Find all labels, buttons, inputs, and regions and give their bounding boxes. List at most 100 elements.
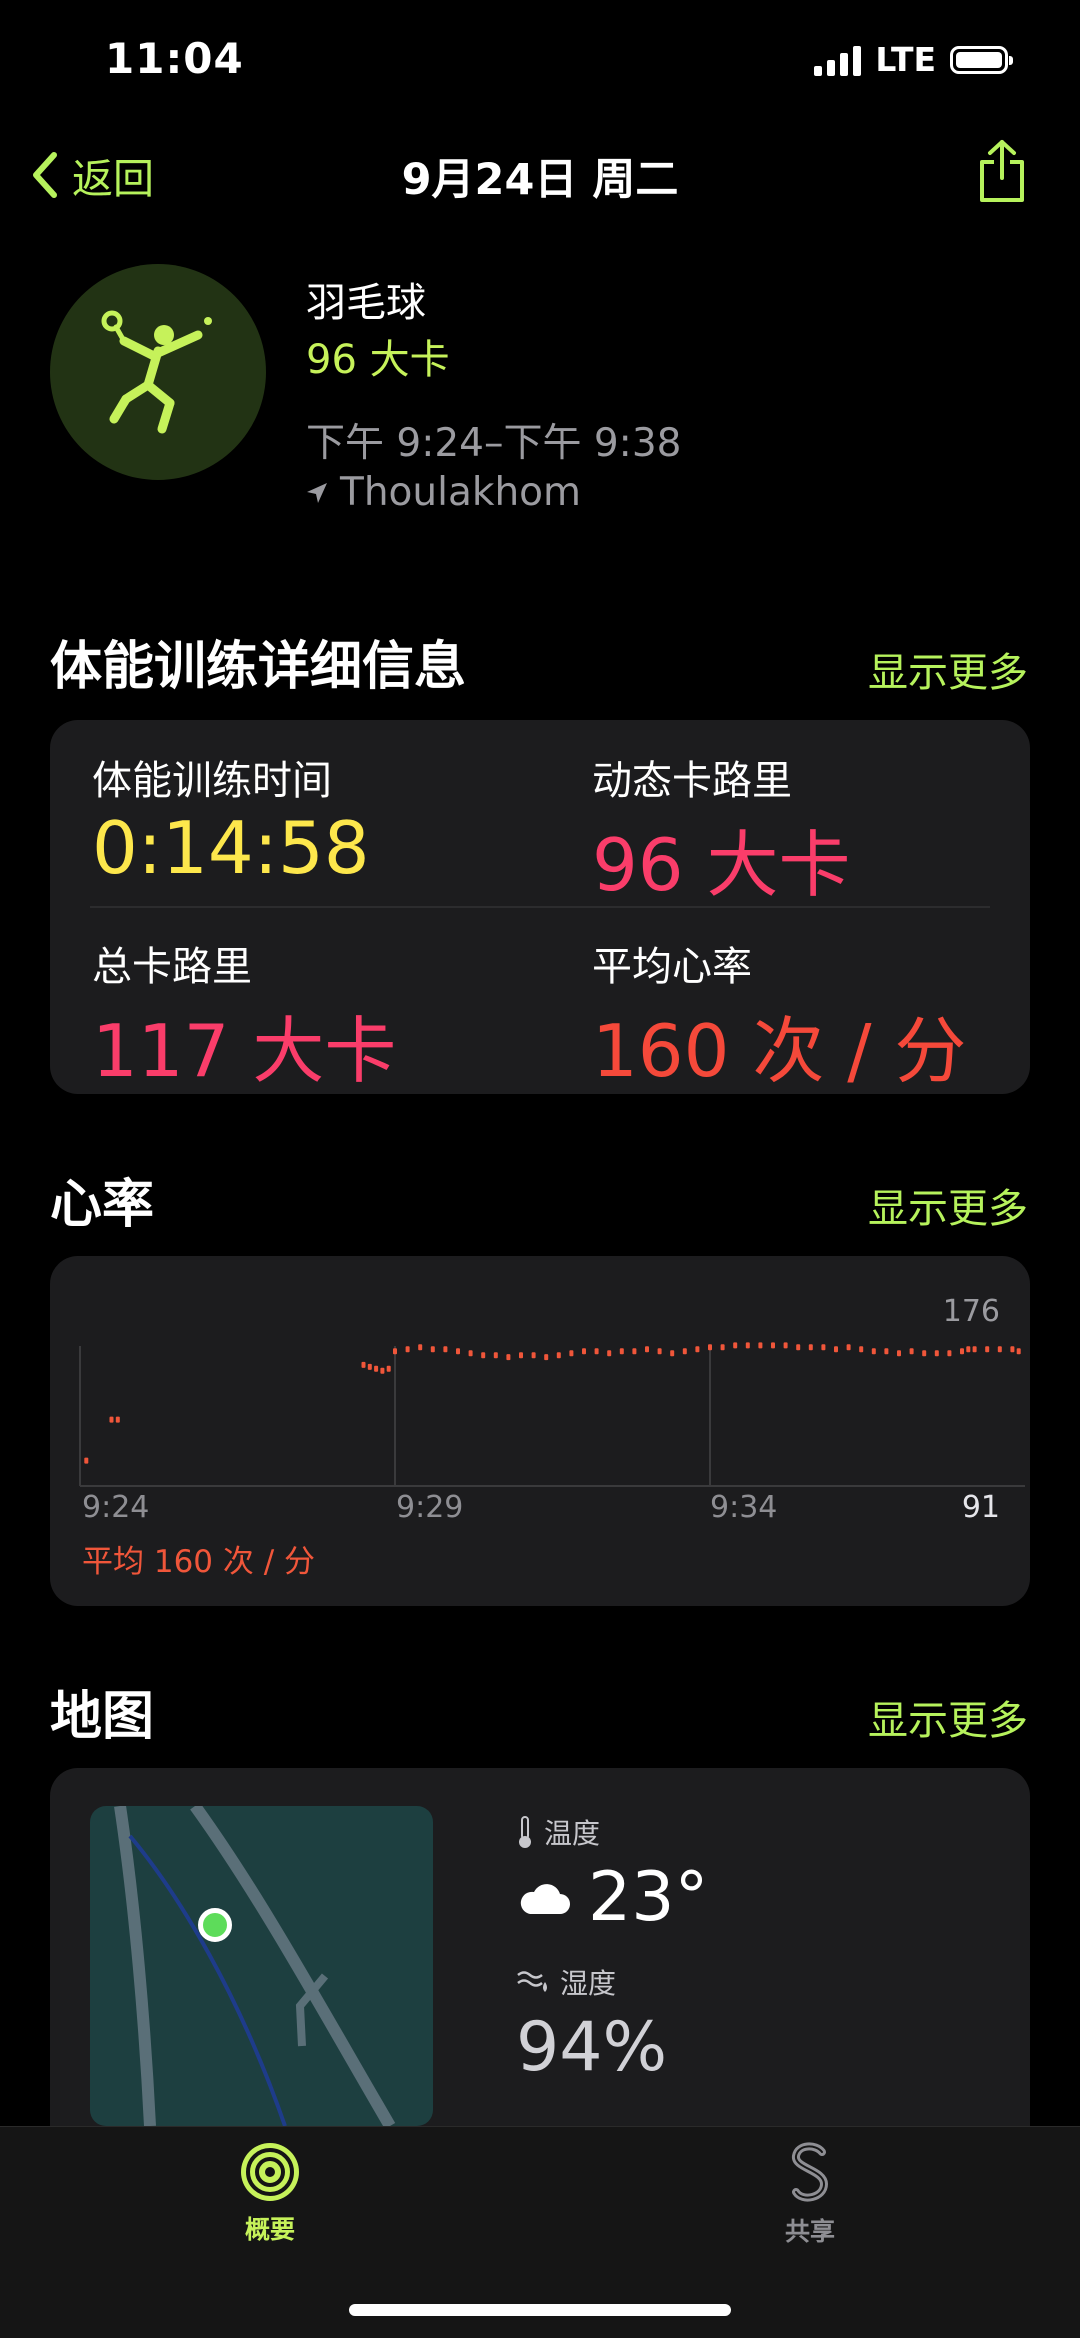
tab-summary[interactable]: 概要 xyxy=(210,2142,330,2246)
workout-name: 羽毛球 xyxy=(306,280,426,326)
heart-rate-point xyxy=(783,1342,788,1349)
details-section-title: 体能训练详细信息 xyxy=(50,637,467,697)
workout-time-range: 下午 9:24–下午 9:38 xyxy=(306,421,682,466)
workout-location-text: Thoulakhom xyxy=(340,470,582,515)
heart-rate-section-title: 心率 xyxy=(50,1175,155,1235)
workout-calories: 96 大卡 xyxy=(306,337,450,383)
cloud-icon xyxy=(520,1883,570,1914)
heart-rate-point xyxy=(657,1348,662,1355)
heart-rate-point xyxy=(922,1350,927,1357)
heart-rate-point xyxy=(821,1344,826,1351)
temperature-label: 温度 xyxy=(544,1817,601,1850)
metric-label: 体能训练时间 xyxy=(92,758,332,804)
heart-rate-point xyxy=(393,1348,397,1355)
heart-rate-point xyxy=(934,1350,939,1357)
heart-rate-point xyxy=(808,1344,813,1351)
heart-rate-point xyxy=(493,1352,498,1359)
status-indicators: LTE xyxy=(814,40,1013,79)
humidity-label-row: 湿度 xyxy=(516,1962,616,2002)
workout-type-badge xyxy=(50,264,266,480)
metric-total-calories: 总卡路里 117 大卡 xyxy=(92,934,396,1097)
heart-rate-point xyxy=(947,1350,952,1357)
heart-rate-point xyxy=(386,1365,391,1372)
x-tick-label: 9:24 xyxy=(82,1490,150,1525)
heart-rate-point xyxy=(468,1350,473,1357)
cellular-signal-icon xyxy=(814,44,862,76)
metric-active-calories: 动态卡路里 96 大卡 xyxy=(592,748,851,911)
heart-rate-show-more-link[interactable]: 显示更多 xyxy=(868,1176,1028,1234)
heart-rate-point xyxy=(745,1342,750,1349)
heart-rate-point xyxy=(607,1350,612,1357)
humidity-icon xyxy=(517,1971,547,1992)
heart-rate-point xyxy=(115,1416,120,1423)
heart-rate-point xyxy=(506,1354,511,1361)
heart-rate-point xyxy=(582,1348,586,1355)
status-time: 11:04 xyxy=(105,34,244,83)
heart-rate-point xyxy=(796,1344,801,1351)
x-tick-label: 9:34 xyxy=(710,1490,778,1525)
heart-rate-point xyxy=(720,1344,725,1351)
heart-rate-point xyxy=(670,1350,675,1357)
heart-rate-point xyxy=(443,1346,448,1353)
heart-rate-point xyxy=(374,1365,379,1372)
home-indicator[interactable] xyxy=(349,2304,731,2316)
heart-rate-point xyxy=(430,1346,435,1353)
heart-rate-point xyxy=(531,1352,536,1359)
heart-rate-point xyxy=(846,1344,851,1351)
share-button[interactable] xyxy=(976,138,1028,208)
metric-value: 96 大卡 xyxy=(592,823,851,907)
heart-rate-point xyxy=(758,1342,763,1349)
heart-rate-point xyxy=(619,1348,624,1355)
heart-rate-point xyxy=(695,1346,700,1353)
heart-rate-point xyxy=(960,1348,964,1355)
details-show-more-link[interactable]: 显示更多 xyxy=(868,640,1028,698)
heart-rate-point xyxy=(519,1352,523,1359)
location-arrow-icon xyxy=(307,482,327,503)
share-icon xyxy=(980,140,1024,202)
map-roads xyxy=(114,1806,396,2126)
metric-value: 160 次 / 分 xyxy=(592,1009,967,1093)
heart-rate-point xyxy=(897,1350,901,1357)
activity-rings-icon xyxy=(241,2143,299,2201)
heart-rate-point xyxy=(708,1344,712,1351)
temperature-row: 23° xyxy=(516,1858,709,1937)
heart-rate-point xyxy=(544,1354,549,1361)
workout-location: Thoulakhom xyxy=(306,470,581,515)
heart-rate-point xyxy=(109,1416,114,1423)
map-show-more-link[interactable]: 显示更多 xyxy=(868,1688,1028,1746)
humidity-value: 94% xyxy=(516,2008,668,2087)
heart-rate-point xyxy=(997,1346,1002,1353)
heart-rate-point xyxy=(733,1342,738,1349)
temperature-label-row: 温度 xyxy=(516,1812,600,1852)
heart-rate-point xyxy=(645,1346,649,1353)
metric-value: 0:14:58 xyxy=(92,806,370,890)
metric-duration: 体能训练时间 0:14:58 xyxy=(92,748,370,890)
heart-rate-average: 平均 160 次 / 分 xyxy=(82,1544,316,1580)
heart-rate-point xyxy=(367,1363,372,1370)
battery-icon xyxy=(950,45,1013,74)
heart-rate-point xyxy=(1010,1346,1015,1353)
heart-rate-point xyxy=(909,1348,914,1355)
metric-label: 动态卡路里 xyxy=(592,758,792,804)
badminton-player-icon xyxy=(101,310,212,434)
tab-sharing[interactable]: 共享 xyxy=(750,2142,870,2248)
network-type: LTE xyxy=(875,40,936,79)
heart-rate-point xyxy=(859,1346,864,1353)
heart-rate-point xyxy=(632,1348,637,1355)
heart-rate-point xyxy=(966,1346,971,1353)
heart-rate-point xyxy=(405,1346,410,1353)
heart-rate-point xyxy=(884,1348,889,1355)
metric-average-heart-rate: 平均心率 160 次 / 分 xyxy=(592,934,966,1097)
metric-label: 总卡路里 xyxy=(92,944,252,990)
heart-rate-point xyxy=(481,1352,486,1359)
heart-rate-point xyxy=(594,1348,599,1355)
map-section-title: 地图 xyxy=(50,1687,155,1747)
heart-rate-point xyxy=(972,1346,977,1353)
x-tick-label: 9:29 xyxy=(396,1490,464,1525)
metric-label: 平均心率 xyxy=(592,944,752,990)
heart-rate-point xyxy=(84,1457,89,1464)
heart-rate-point xyxy=(1016,1348,1021,1355)
heart-rate-point xyxy=(682,1348,687,1355)
route-map[interactable] xyxy=(90,1806,433,2126)
heart-rate-point xyxy=(834,1346,838,1353)
